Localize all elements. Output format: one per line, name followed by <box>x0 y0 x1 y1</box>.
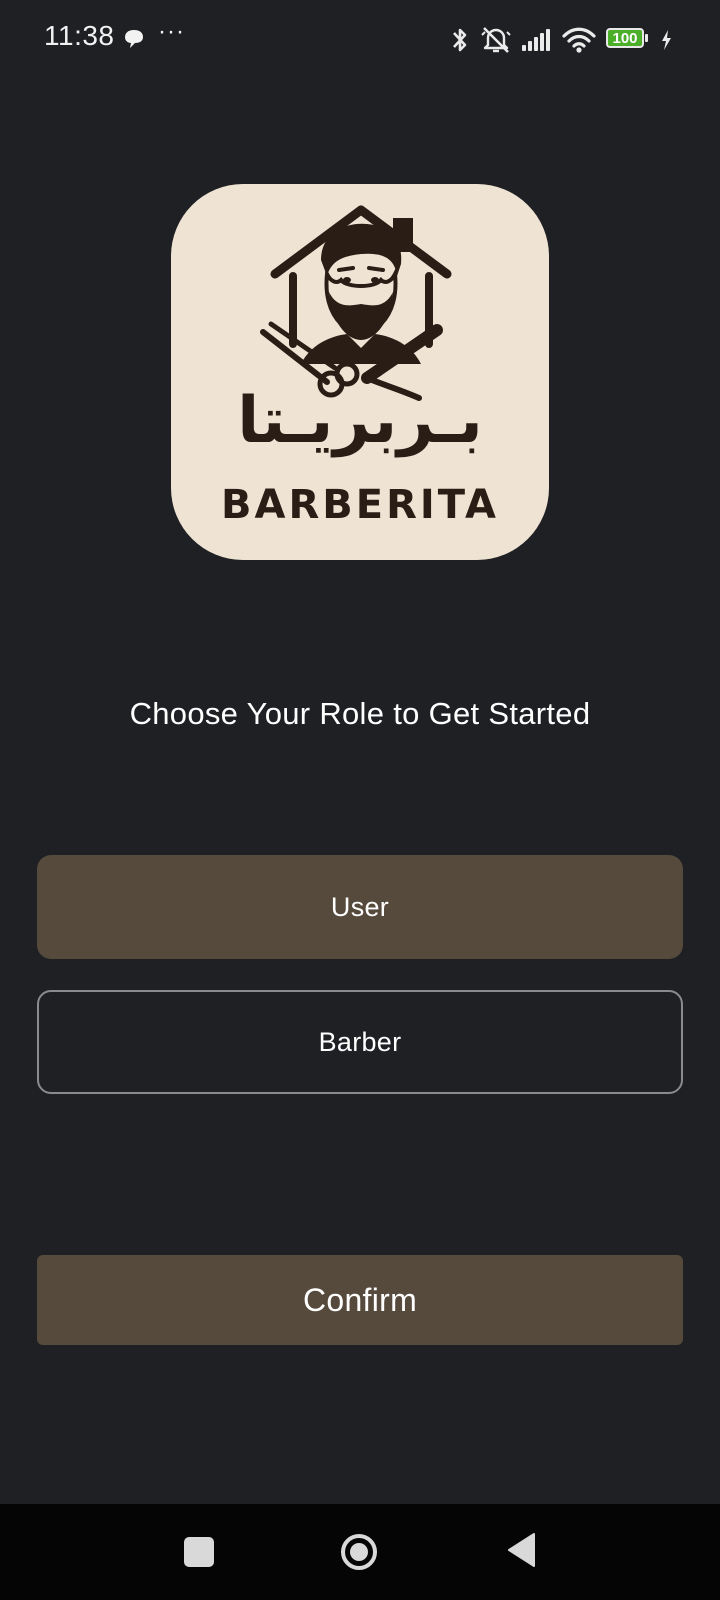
home-icon[interactable] <box>340 1533 378 1571</box>
bluetooth-icon <box>453 28 467 52</box>
signal-icon <box>522 29 550 51</box>
more-notifications-indicator: ··· <box>158 18 185 45</box>
battery-level: 100 <box>606 28 644 48</box>
confirm-button[interactable]: Confirm <box>37 1255 683 1345</box>
status-icons: 100 <box>450 22 672 58</box>
user-role-button[interactable]: User <box>37 855 683 959</box>
page-title: Choose Your Role to Get Started <box>129 696 591 731</box>
logo-arabic-name: بـربريـتا <box>237 384 483 458</box>
mute-icon <box>481 27 511 53</box>
confirm-label: Confirm <box>302 1281 418 1318</box>
recents-icon[interactable] <box>184 1537 214 1567</box>
barber-role-button[interactable]: Barber <box>37 990 683 1094</box>
battery-icon: 100 <box>606 28 650 52</box>
system-navigation-bar <box>0 1504 720 1600</box>
message-icon <box>125 30 143 48</box>
back-icon[interactable] <box>506 1532 536 1568</box>
barber-role-label: Barber <box>318 1026 402 1057</box>
app-logo: بـربريـتا BARBERITA <box>171 184 549 560</box>
status-bar: 11:38 ··· 100 <box>0 0 720 80</box>
logo-wordmark: BARBERITA <box>221 482 499 528</box>
charging-icon <box>662 30 671 50</box>
status-time: 11:38 <box>44 20 115 51</box>
wifi-icon <box>562 27 596 53</box>
user-role-label: User <box>330 891 390 922</box>
